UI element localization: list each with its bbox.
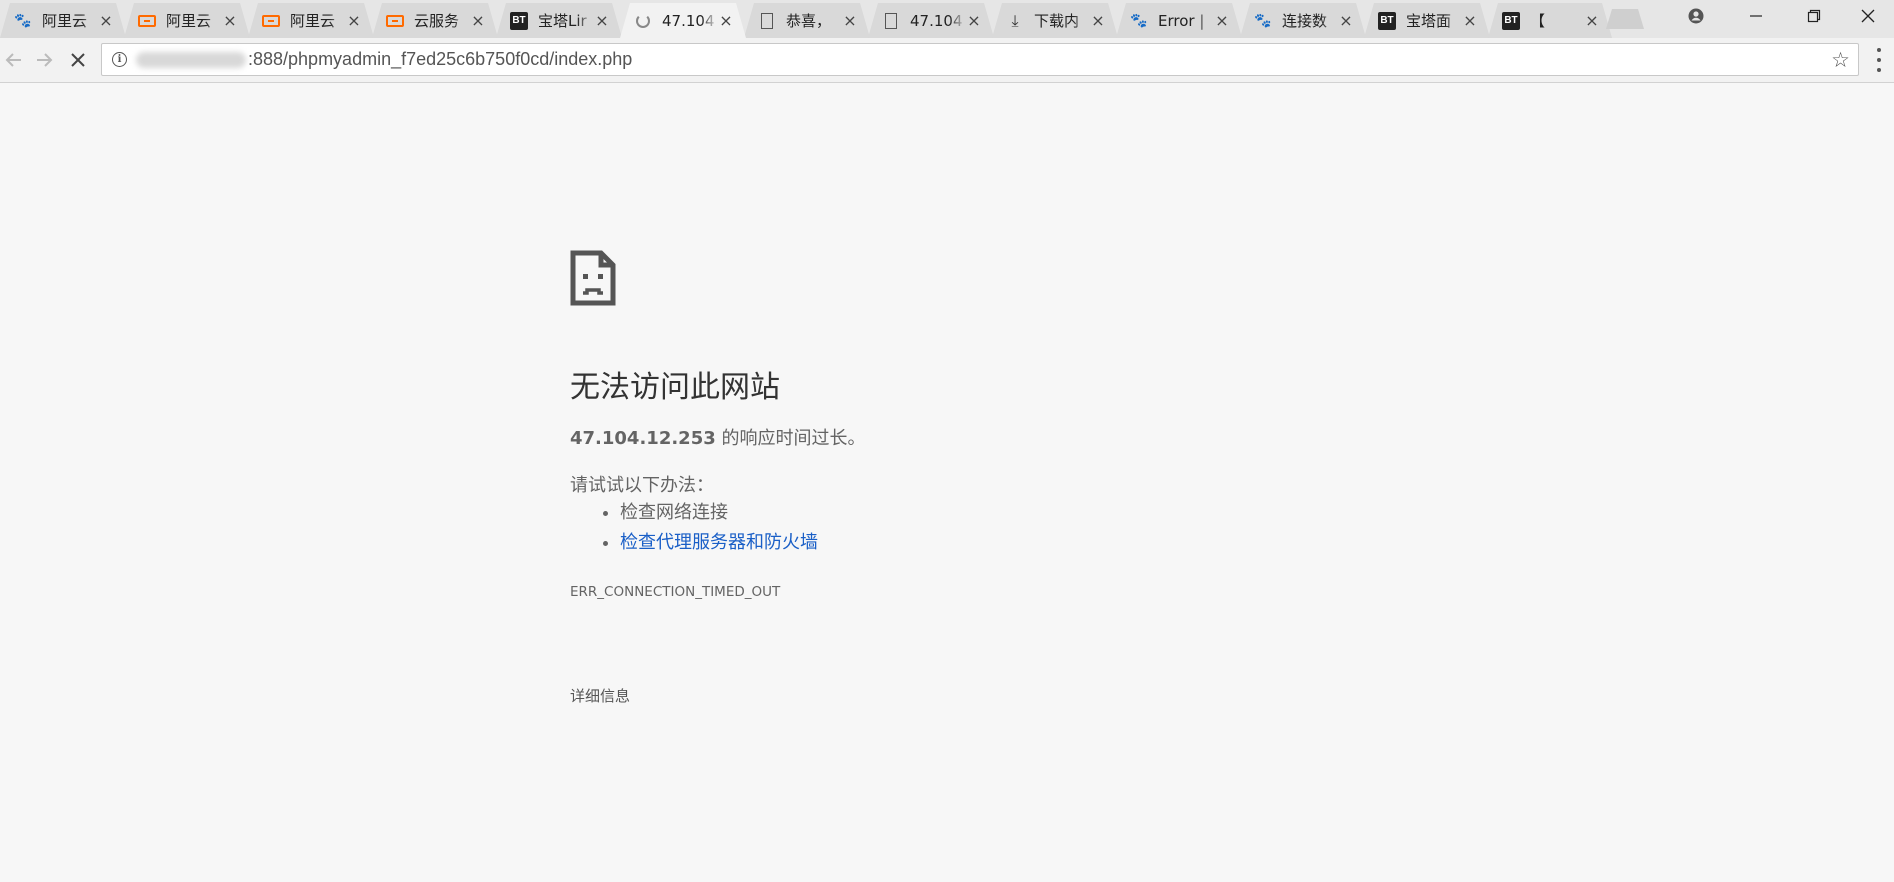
browser-tab[interactable]: ⤓ 下载内 × [992,3,1118,38]
browser-tab[interactable]: BT 宝塔面 × [1364,3,1490,38]
site-info-icon[interactable]: i [112,52,127,67]
bt-icon: BT [510,12,528,30]
browser-tab[interactable]: 阿里云 × [248,3,374,38]
browser-toolbar: i :888/phpmyadmin_f7ed25c6b750f0cd/index… [0,38,1894,83]
tab-title: 【 [1530,12,1546,30]
address-bar[interactable]: i :888/phpmyadmin_f7ed25c6b750f0cd/index… [101,43,1859,76]
check-proxy-link[interactable]: 检查代理服务器和防火墙 [620,532,818,553]
document-icon [758,12,776,30]
loading-spinner-icon [634,12,652,30]
tab-title: 阿里云 [42,12,88,30]
stop-loading-icon[interactable] [64,46,92,74]
error-summary-text: 的响应时间过长。 [715,428,866,449]
aliyun-icon [262,12,280,30]
browser-tab[interactable]: 阿里云 × [124,3,250,38]
redacted-host [136,52,246,68]
tab-title: 47.104 [662,11,715,30]
bt-icon: BT [1378,12,1396,30]
sad-page-icon [570,250,616,306]
close-window-icon[interactable] [1840,0,1894,32]
tab-title: 47.104 [910,11,963,30]
bt-icon: BT [1502,12,1520,30]
error-code: ERR_CONNECTION_TIMED_OUT [570,584,781,600]
tab-title: 连接数 [1282,12,1328,30]
menu-dots-icon[interactable] [1876,48,1882,72]
browser-tab[interactable]: 恭喜， × [744,3,870,38]
error-heading: 无法访问此网站 [570,370,780,405]
forward-arrow-icon[interactable] [30,46,58,74]
close-tab-icon[interactable]: × [718,13,734,29]
browser-tab[interactable]: BT 宝塔Lir × [496,3,622,38]
suggestion-check-network: 检查网络连接 [620,498,818,528]
browser-tab[interactable]: 🐾 Error | × [1116,3,1242,38]
tab-title: 宝塔Lir [538,12,587,30]
browser-tab[interactable]: BT 【 × [1488,3,1612,38]
error-host: 47.104.12.253 [570,428,716,449]
restore-icon[interactable] [1786,0,1842,32]
close-tab-icon[interactable]: × [1584,13,1600,29]
browser-tab[interactable]: 🐾 连接数 × [1240,3,1366,38]
aliyun-icon [138,12,156,30]
new-tab-button[interactable] [1606,9,1644,29]
close-tab-icon[interactable]: × [1338,13,1354,29]
close-tab-icon[interactable]: × [470,13,486,29]
tab-title: 下载内 [1034,12,1080,30]
browser-tab-active[interactable]: 47.104 × [620,3,746,38]
close-tab-icon[interactable]: × [1462,13,1478,29]
close-tab-icon[interactable]: × [594,13,610,29]
error-summary: 47.104.12.253 的响应时间过长。 [570,424,866,450]
tab-title: 阿里云 [166,12,212,30]
close-tab-icon[interactable]: × [966,13,982,29]
close-tab-icon[interactable]: × [842,13,858,29]
baidu-paw-icon: 🐾 [1130,12,1148,29]
browser-tab[interactable]: 🐾 阿里云 × [0,3,126,38]
document-icon [882,12,900,30]
browser-tab[interactable]: 云服务 × [372,3,498,38]
tab-strip: 🐾 阿里云 × 阿里云 × 阿里云 × 云服务 × BT 宝塔Lir × 47.… [0,0,1894,38]
tab-title: Error | [1158,11,1205,30]
download-icon: ⤓ [1011,10,1019,30]
suggestions-list: 检查网络连接 检查代理服务器和防火墙 [570,498,818,558]
baidu-paw-icon: 🐾 [1254,12,1272,29]
error-content: 无法访问此网站 47.104.12.253 的响应时间过长。 请试试以下办法： … [570,250,1470,705]
close-tab-icon[interactable]: × [346,13,362,29]
suggestion-check-proxy-item: 检查代理服务器和防火墙 [620,528,818,558]
close-tab-icon[interactable]: × [1214,13,1230,29]
close-tab-icon[interactable]: × [222,13,238,29]
bookmark-star-icon[interactable]: ☆ [1831,48,1850,72]
baidu-paw-icon: 🐾 [14,12,32,29]
minimize-icon[interactable] [1728,0,1784,32]
back-arrow-icon[interactable] [0,46,28,74]
browser-tab[interactable]: 47.104 × [868,3,994,38]
suggestions-label: 请试试以下办法： [570,475,714,496]
close-tab-icon[interactable]: × [1090,13,1106,29]
tab-title: 恭喜， [786,12,832,30]
url-text[interactable]: :888/phpmyadmin_f7ed25c6b750f0cd/index.p… [248,49,632,70]
details-button[interactable]: 详细信息 [570,685,630,706]
tab-title: 阿里云 [290,12,336,30]
tab-title: 云服务 [414,12,460,30]
tab-title: 宝塔面 [1406,12,1452,30]
profile-icon[interactable] [1668,0,1724,32]
aliyun-icon [386,12,404,30]
close-tab-icon[interactable]: × [98,13,114,29]
